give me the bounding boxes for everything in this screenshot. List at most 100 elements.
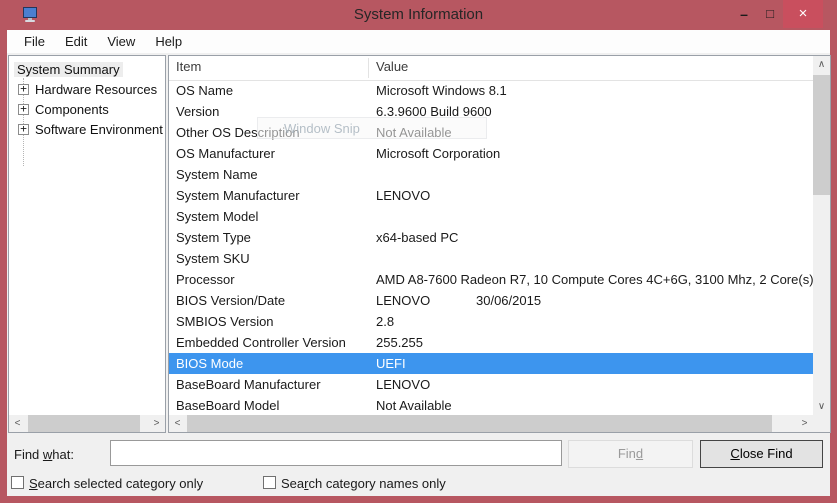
button-text: lose Find: [740, 446, 793, 461]
detail-list-pane: Item Value OS NameMicrosoft Windows 8.1 …: [168, 55, 831, 433]
window-border-right: [830, 30, 837, 503]
category-tree: System Summary + Hardware Resources + Comp…: [9, 60, 165, 140]
button-accel: d: [636, 446, 643, 461]
tree-item-system-summary[interactable]: System Summary: [9, 60, 165, 80]
row-value: LENOVO: [376, 377, 430, 392]
row-item: System SKU: [176, 248, 376, 269]
tree-item-hardware-resources[interactable]: + Hardware Resources: [9, 80, 165, 100]
label-text: ch category names only: [308, 476, 445, 491]
row-item: BIOS Mode: [176, 353, 376, 374]
label-text: earch selected category only: [38, 476, 203, 491]
tree-item-components[interactable]: + Components: [9, 100, 165, 120]
row-value: LENOVO: [376, 188, 430, 203]
label-text: Find: [14, 447, 43, 462]
menubar: File Edit View Help: [7, 30, 830, 53]
row-item: BaseBoard Manufacturer: [176, 374, 376, 395]
search-selected-category-checkbox[interactable]: [11, 476, 24, 489]
button-accel: C: [730, 446, 739, 461]
close-button[interactable]: ×: [783, 0, 823, 28]
row-item: Embedded Controller Version: [176, 332, 376, 353]
menu-edit[interactable]: Edit: [55, 32, 97, 52]
column-separator[interactable]: [368, 58, 369, 78]
list-header: Item Value: [169, 56, 813, 81]
maximize-button[interactable]: □: [757, 0, 783, 28]
scrollbar-corner: [813, 415, 830, 432]
label-accel: S: [29, 476, 38, 491]
row-value: 2.8: [376, 314, 394, 329]
row-value: Microsoft Windows 8.1: [376, 83, 507, 98]
tree-horizontal-scrollbar[interactable]: < >: [9, 415, 165, 432]
table-row[interactable]: System Typex64-based PC: [169, 227, 813, 248]
table-row[interactable]: System ManufacturerLENOVO: [169, 185, 813, 206]
row-item: OS Name: [176, 80, 376, 101]
row-item: SMBIOS Version: [176, 311, 376, 332]
window-snip-ghost-tooltip: Window Snip: [257, 117, 487, 139]
scroll-down-icon[interactable]: ∨: [813, 398, 830, 415]
scrollbar-thumb[interactable]: [187, 415, 772, 432]
menu-view[interactable]: View: [97, 32, 145, 52]
expand-plus-icon[interactable]: +: [18, 84, 29, 95]
label-text: hat:: [52, 447, 74, 462]
row-item: System Manufacturer: [176, 185, 376, 206]
scrollbar-thumb[interactable]: [28, 415, 140, 432]
row-item: System Model: [176, 206, 376, 227]
button-text: Fin: [618, 446, 636, 461]
category-tree-pane: System Summary + Hardware Resources + Comp…: [8, 55, 166, 433]
column-header-value[interactable]: Value: [376, 59, 408, 74]
table-row[interactable]: BaseBoard ManufacturerLENOVO: [169, 374, 813, 395]
close-find-button[interactable]: Close Find: [700, 440, 823, 468]
tree-item-label: Hardware Resources: [35, 82, 157, 97]
detail-horizontal-scrollbar[interactable]: < >: [169, 415, 813, 432]
row-item: System Type: [176, 227, 376, 248]
scroll-right-icon[interactable]: >: [796, 415, 813, 432]
row-value: LENOVO: [376, 293, 430, 308]
expand-plus-icon[interactable]: +: [18, 124, 29, 135]
table-row[interactable]: System Model: [169, 206, 813, 227]
row-item: Processor: [176, 269, 376, 290]
scroll-up-icon[interactable]: ∧: [813, 56, 830, 73]
row-value: 255.255: [376, 335, 423, 350]
table-row[interactable]: OS NameMicrosoft Windows 8.1: [169, 80, 813, 101]
expand-plus-icon[interactable]: +: [18, 104, 29, 115]
row-item: BaseBoard Model: [176, 395, 376, 415]
tree-item-software-environment[interactable]: + Software Environment: [9, 120, 165, 140]
find-button[interactable]: Find: [568, 440, 693, 468]
table-row[interactable]: OS ManufacturerMicrosoft Corporation: [169, 143, 813, 164]
minimize-button[interactable]: –: [731, 0, 757, 28]
window-border-bottom: [0, 496, 837, 503]
scroll-left-icon[interactable]: <: [169, 415, 186, 432]
tree-item-label: System Summary: [14, 62, 123, 77]
table-row[interactable]: System Name: [169, 164, 813, 185]
table-row-selected[interactable]: BIOS ModeUEFI: [169, 353, 813, 374]
find-what-label: Find what:: [14, 447, 74, 462]
row-value: x64-based PC: [376, 230, 458, 245]
tree-item-label: Components: [35, 102, 109, 117]
table-row[interactable]: Embedded Controller Version255.255: [169, 332, 813, 353]
row-value: Microsoft Corporation: [376, 146, 500, 161]
table-row[interactable]: System SKU: [169, 248, 813, 269]
scrollbar-thumb[interactable]: [813, 75, 830, 195]
search-selected-category-label[interactable]: Search selected category only: [29, 476, 203, 491]
titlebar[interactable]: System Information – □ ×: [0, 0, 837, 30]
scroll-left-icon[interactable]: <: [9, 415, 26, 432]
table-row[interactable]: SMBIOS Version2.8: [169, 311, 813, 332]
scroll-right-icon[interactable]: >: [148, 415, 165, 432]
search-category-names-label[interactable]: Search category names only: [281, 476, 446, 491]
row-value: UEFI: [376, 356, 406, 371]
row-value: Not Available: [376, 398, 452, 413]
window-title: System Information: [0, 0, 837, 30]
system-information-window: System Information – □ × File Edit View …: [0, 0, 837, 503]
table-row[interactable]: BaseBoard ModelNot Available: [169, 395, 813, 415]
detail-vertical-scrollbar[interactable]: ∧ ∨: [813, 56, 830, 415]
find-input[interactable]: [110, 440, 562, 466]
row-value: AMD A8-7600 Radeon R7, 10 Compute Cores …: [376, 272, 813, 287]
search-category-names-checkbox[interactable]: [263, 476, 276, 489]
menu-help[interactable]: Help: [145, 32, 192, 52]
table-row[interactable]: ProcessorAMD A8-7600 Radeon R7, 10 Compu…: [169, 269, 813, 290]
tree-item-label: Software Environment: [35, 122, 163, 137]
table-row[interactable]: BIOS Version/DateLENOVO30/06/2015: [169, 290, 813, 311]
column-header-item[interactable]: Item: [176, 59, 201, 74]
row-item: OS Manufacturer: [176, 143, 376, 164]
menu-file[interactable]: File: [14, 32, 55, 52]
row-value-date: 30/06/2015: [476, 290, 541, 311]
